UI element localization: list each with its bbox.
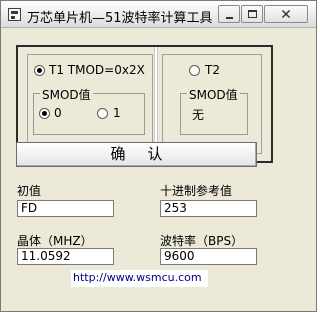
client-area: T1 TMOD=0x2X SMOD值 0 1 T2 SMOD值 无 确认 初值 … — [1, 29, 316, 311]
smod-title-left: SMOD值 — [40, 86, 93, 103]
initial-value-label: 初值 — [17, 184, 42, 198]
t1-label: T1 TMOD=0x2X — [49, 63, 145, 77]
t2-radio[interactable] — [189, 65, 200, 76]
smod-0-label: 0 — [54, 106, 62, 120]
minimize-button[interactable] — [218, 5, 240, 23]
window-title: 万芯单片机—51波特率计算工具 — [27, 11, 213, 26]
decimal-reference-label: 十进制参考值 — [160, 184, 233, 198]
minimize-icon — [226, 17, 233, 19]
crystal-label: 晶体（MHZ） — [17, 234, 93, 248]
close-icon — [281, 9, 291, 19]
crystal-field[interactable]: 11.0592 — [17, 248, 114, 265]
smod-group-left: SMOD值 0 1 — [33, 86, 145, 135]
app-icon[interactable] — [8, 8, 21, 21]
smod-value-right: 无 — [192, 108, 205, 122]
initial-value-field[interactable]: FD — [17, 200, 114, 217]
maximize-button[interactable] — [241, 5, 263, 23]
t2-label: T2 — [205, 63, 220, 77]
smod-title-right: SMOD值 — [187, 86, 240, 103]
t1-panel: T1 TMOD=0x2X SMOD值 0 1 — [27, 54, 153, 154]
t1-radio[interactable] — [34, 65, 45, 76]
smod-1-label: 1 — [113, 106, 121, 120]
close-button[interactable] — [264, 5, 308, 23]
t2-panel: T2 SMOD值 无 — [162, 54, 262, 154]
app-window: 万芯单片机—51波特率计算工具 T1 TMOD=0x2X SMOD值 0 1 T… — [0, 0, 317, 312]
baud-rate-field[interactable]: 9600 — [160, 248, 257, 265]
confirm-button[interactable]: 确认 — [16, 142, 257, 167]
website-link[interactable]: http://www.wsmcu.com — [71, 270, 208, 287]
title-bar[interactable]: 万芯单片机—51波特率计算工具 — [1, 1, 316, 28]
smod-1-radio[interactable] — [97, 108, 108, 119]
decimal-reference-field[interactable]: 253 — [160, 200, 257, 217]
smod-0-radio[interactable] — [39, 108, 50, 119]
smod-group-right: SMOD值 无 — [180, 86, 248, 135]
baud-rate-label: 波特率（BPS） — [160, 234, 244, 248]
maximize-icon — [248, 10, 257, 18]
